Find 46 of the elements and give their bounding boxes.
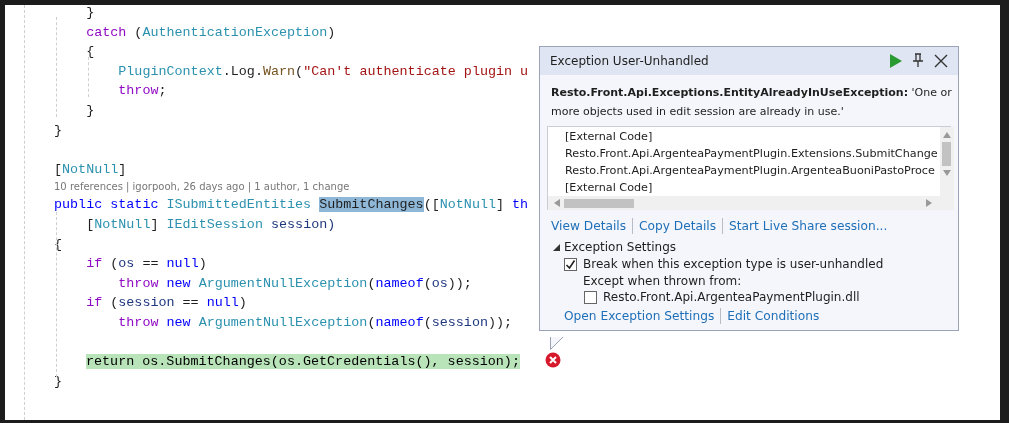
link[interactable]: Edit Conditions — [727, 309, 820, 323]
code-line: [NotNull] — [54, 161, 127, 177]
scroll-left-icon[interactable] — [554, 199, 560, 207]
code-line: throw; — [117, 83, 167, 99]
code-line: public static ISubmittedEntities SubmitChanges([NotNull] th — [54, 197, 529, 213]
code-line: throw new ArgumentNullException(nameof(os)); — [117, 275, 472, 291]
code-line: catch (AuthenticationException) — [85, 24, 336, 40]
collapse-icon[interactable] — [553, 243, 560, 251]
play-icon[interactable] — [890, 53, 902, 68]
popup-pointer — [550, 337, 564, 350]
except-label: Except when thrown from: — [583, 274, 742, 288]
checkbox-label: Resto.Front.Api.ArgenteaPaymentPlugin.dll — [603, 290, 860, 304]
code-line: } — [54, 122, 63, 138]
section-heading: Exception Settings — [564, 240, 677, 254]
scroll-right-icon[interactable] — [925, 199, 932, 207]
stack-frame[interactable]: [External Code] — [565, 128, 938, 145]
popup-title: Exception User-Unhandled — [550, 53, 710, 68]
stack-frame[interactable]: [External Code] — [565, 179, 938, 196]
code-line: PluginContext.Log.Warn("Can't authenticate plugin u — [117, 63, 529, 79]
link[interactable]: Copy Details — [639, 219, 717, 233]
close-icon[interactable] — [934, 53, 948, 68]
scroll-thumb[interactable] — [564, 198, 634, 208]
link[interactable]: View Details — [551, 219, 627, 233]
checkbox[interactable] — [584, 290, 597, 304]
checkbox[interactable] — [564, 257, 577, 271]
code-line: } — [85, 5, 95, 20]
code-line: if (session == null) — [85, 295, 247, 311]
horizontal-scrollbar[interactable] — [548, 196, 940, 210]
link[interactable]: Open Exception Settings — [564, 309, 715, 323]
code-line: { — [85, 44, 95, 60]
scroll-down-icon[interactable] — [942, 170, 951, 176]
code-line: if (os == null) — [85, 256, 207, 272]
scroll-thumb[interactable] — [942, 142, 952, 166]
vertical-scrollbar[interactable] — [939, 127, 954, 210]
scroll-up-icon[interactable] — [942, 132, 951, 138]
error-icon — [545, 352, 561, 368]
stack-frame[interactable]: Resto.Front.Api.ArgenteaPaymentPlugin.ArgenteaBuoniPastoProce — [565, 162, 938, 179]
code-lens[interactable]: 10 references | igorpooh, 26 days ago | 1 author, 1 change — [54, 181, 350, 193]
code-line: throw new ArgumentNullException(nameof(session)); — [117, 314, 513, 330]
checkbox-label: Break when this exception type is user-unhandled — [583, 257, 884, 271]
link[interactable]: Start Live Share session... — [729, 219, 888, 233]
code-line: } — [85, 102, 95, 118]
exception-message: Resto.Front.Api.Exceptions.EntityAlreadyInUseException: 'One or more objects used in edit session are already in use.' — [550, 85, 953, 120]
code-line: [NotNull] IEditSession session) — [85, 216, 336, 232]
stack-frame[interactable]: Resto.Front.Api.ArgenteaPaymentPlugin.Extensions.SubmitChange — [565, 145, 938, 162]
pin-icon[interactable] — [912, 53, 924, 68]
